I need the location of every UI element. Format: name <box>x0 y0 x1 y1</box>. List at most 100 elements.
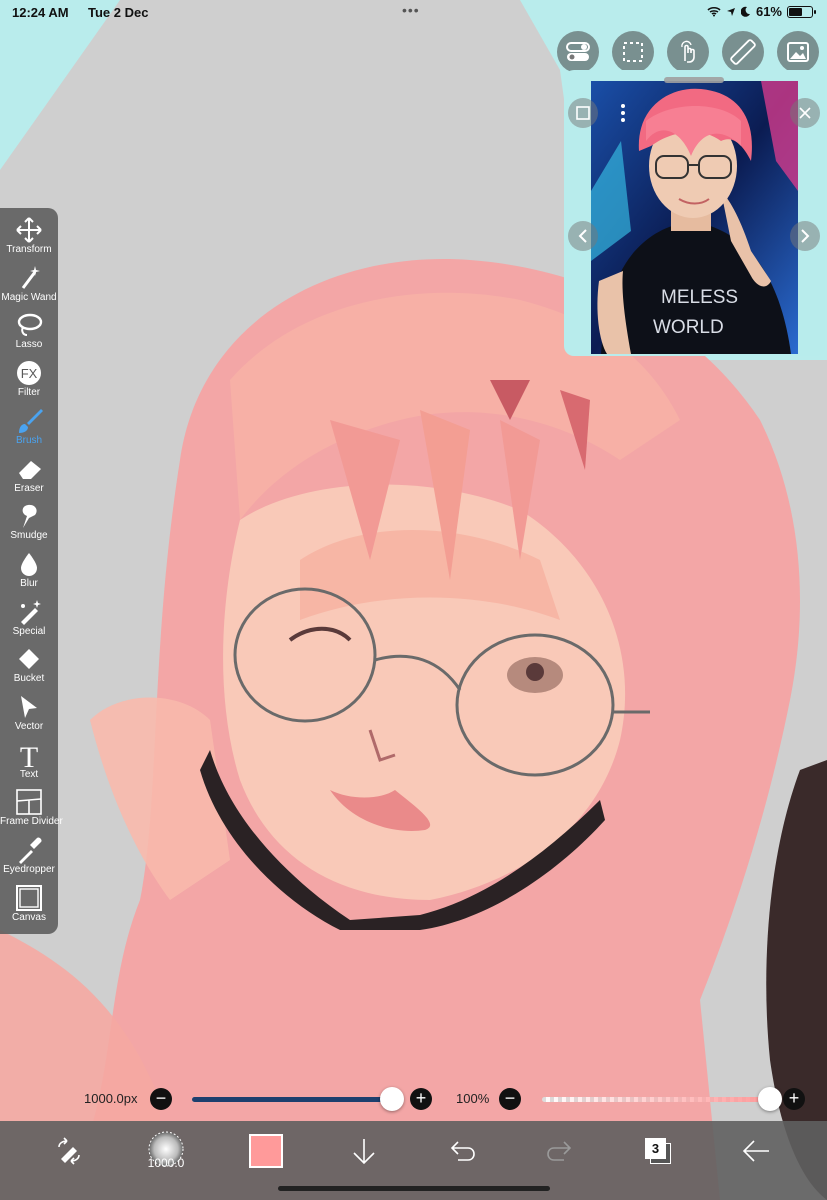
tool-label: Vector <box>14 721 44 732</box>
layer-count: 3 <box>645 1138 666 1159</box>
location-icon <box>726 7 735 16</box>
battery-icon <box>787 5 816 18</box>
layers-button[interactable]: 3 <box>636 1129 680 1173</box>
touch-button[interactable] <box>667 31 709 73</box>
selection-icon <box>623 42 643 62</box>
tool-blur[interactable]: Blur <box>0 549 58 596</box>
tool-frame-divider[interactable]: Frame Divider <box>0 787 63 834</box>
tool-transform[interactable]: Transform <box>0 215 58 262</box>
eraser-icon <box>19 460 41 479</box>
eyedropper-icon <box>19 837 42 865</box>
tool-label: Special <box>12 625 46 637</box>
tool-text[interactable]: T Text <box>0 740 58 787</box>
brush-size-increase-button[interactable]: + <box>410 1088 432 1110</box>
swap-brush-icon <box>58 1137 80 1165</box>
undo-button[interactable] <box>440 1129 484 1173</box>
opacity-fill <box>542 1097 772 1102</box>
save-down-button[interactable] <box>342 1129 386 1173</box>
reference-next-button[interactable] <box>790 221 820 251</box>
tool-label: Transform <box>6 244 52 255</box>
material-button[interactable] <box>777 31 819 73</box>
tool-label: Lasso <box>15 339 43 351</box>
wifi-icon <box>707 6 721 17</box>
selection-button[interactable] <box>612 31 654 73</box>
tool-bucket[interactable]: Bucket <box>0 644 58 691</box>
reference-fit-button[interactable] <box>568 98 598 128</box>
reference-window[interactable]: MELESS WORLD <box>564 70 825 356</box>
close-icon <box>799 107 811 119</box>
brush-size-knob[interactable] <box>379 1087 404 1111</box>
tool-smudge[interactable]: Smudge <box>0 501 58 548</box>
tool-label: Eyedropper <box>3 864 55 876</box>
tool-brush[interactable]: Brush <box>0 406 58 453</box>
tool-label: Text <box>19 768 39 780</box>
text-icon: T <box>20 741 38 769</box>
chevron-left-icon <box>578 229 587 243</box>
quick-tools-button[interactable] <box>47 1129 91 1173</box>
toggle-icon <box>566 42 590 61</box>
tool-label: Bucket <box>13 673 45 685</box>
toggle-button[interactable] <box>557 31 599 73</box>
status-date: Tue 2 Dec <box>88 5 149 20</box>
color-button[interactable] <box>244 1129 288 1173</box>
home-indicator[interactable] <box>278 1186 550 1191</box>
opacity-knob[interactable] <box>758 1087 782 1111</box>
shirt-text-2: WORLD <box>653 317 724 338</box>
multitasking-dots[interactable]: ••• <box>402 2 420 18</box>
shirt-text-1: MELESS <box>661 287 738 308</box>
canvas-icon <box>16 884 42 911</box>
brush-preview-button[interactable]: 1000.0 <box>140 1129 192 1173</box>
tool-vector[interactable]: Vector <box>0 692 58 739</box>
tool-special[interactable]: Special <box>0 597 58 644</box>
color-swatch <box>249 1134 283 1168</box>
vector-icon <box>21 696 37 718</box>
more-vertical-icon <box>621 104 625 122</box>
tool-bar: Transform Magic Wand Lasso FX Filter Brush Era… <box>0 208 63 934</box>
tool-label: Filter <box>17 387 41 399</box>
svg-text:FX: FX <box>21 366 38 381</box>
opacity-increase-button[interactable]: + <box>783 1088 805 1110</box>
blur-icon <box>21 552 37 576</box>
frame-divider-icon <box>16 789 42 816</box>
tool-eraser[interactable]: Eraser <box>0 454 58 501</box>
layers-icon: 3 <box>645 1138 671 1164</box>
lasso-icon <box>17 314 43 337</box>
tool-filter[interactable]: FX Filter <box>0 358 58 405</box>
reference-prev-button[interactable] <box>568 221 598 251</box>
arrow-left-icon <box>742 1140 769 1162</box>
bucket-icon <box>19 649 39 670</box>
opacity-slider[interactable] <box>542 1097 772 1102</box>
brush-slider-row: 1000.0px − + 100% − + <box>0 1081 827 1117</box>
brush-icon <box>19 408 43 433</box>
tool-magic-wand[interactable]: Magic Wand <box>0 263 58 310</box>
moon-icon <box>740 6 750 17</box>
tool-label: Eraser <box>14 482 44 494</box>
back-button[interactable] <box>734 1129 778 1173</box>
tool-label: Smudge <box>10 530 48 542</box>
brush-size-decrease-button[interactable]: − <box>150 1088 172 1110</box>
tool-label: Brush <box>15 434 43 446</box>
redo-icon <box>547 1141 572 1161</box>
svg-text:T: T <box>20 741 38 769</box>
reference-close-button[interactable] <box>790 98 820 128</box>
status-bar: 12:24 AM Tue 2 Dec ••• 61% <box>0 0 827 26</box>
reference-menu-button[interactable] <box>608 98 638 128</box>
arrow-down-icon <box>353 1139 375 1165</box>
opacity-label: 100% <box>456 1091 490 1106</box>
opacity-decrease-button[interactable]: − <box>499 1088 521 1110</box>
battery-percent: 61% <box>755 4 782 19</box>
tool-canvas[interactable]: Canvas <box>0 883 58 930</box>
undo-icon <box>450 1141 475 1161</box>
brush-size-label: 1000.0px <box>84 1091 138 1106</box>
ruler-button[interactable] <box>722 31 764 73</box>
filter-icon: FX <box>17 361 41 386</box>
tool-label: Blur <box>20 577 38 589</box>
tool-eyedropper[interactable]: Eyedropper <box>0 835 58 882</box>
redo-button[interactable] <box>538 1129 582 1173</box>
smudge-icon <box>22 505 37 529</box>
reference-drag-handle[interactable] <box>664 77 724 83</box>
tool-lasso[interactable]: Lasso <box>0 310 58 357</box>
tool-label: Canvas <box>12 911 46 923</box>
brush-preview-label: 1000.0 <box>147 1156 185 1170</box>
brush-size-slider[interactable] <box>192 1097 396 1102</box>
